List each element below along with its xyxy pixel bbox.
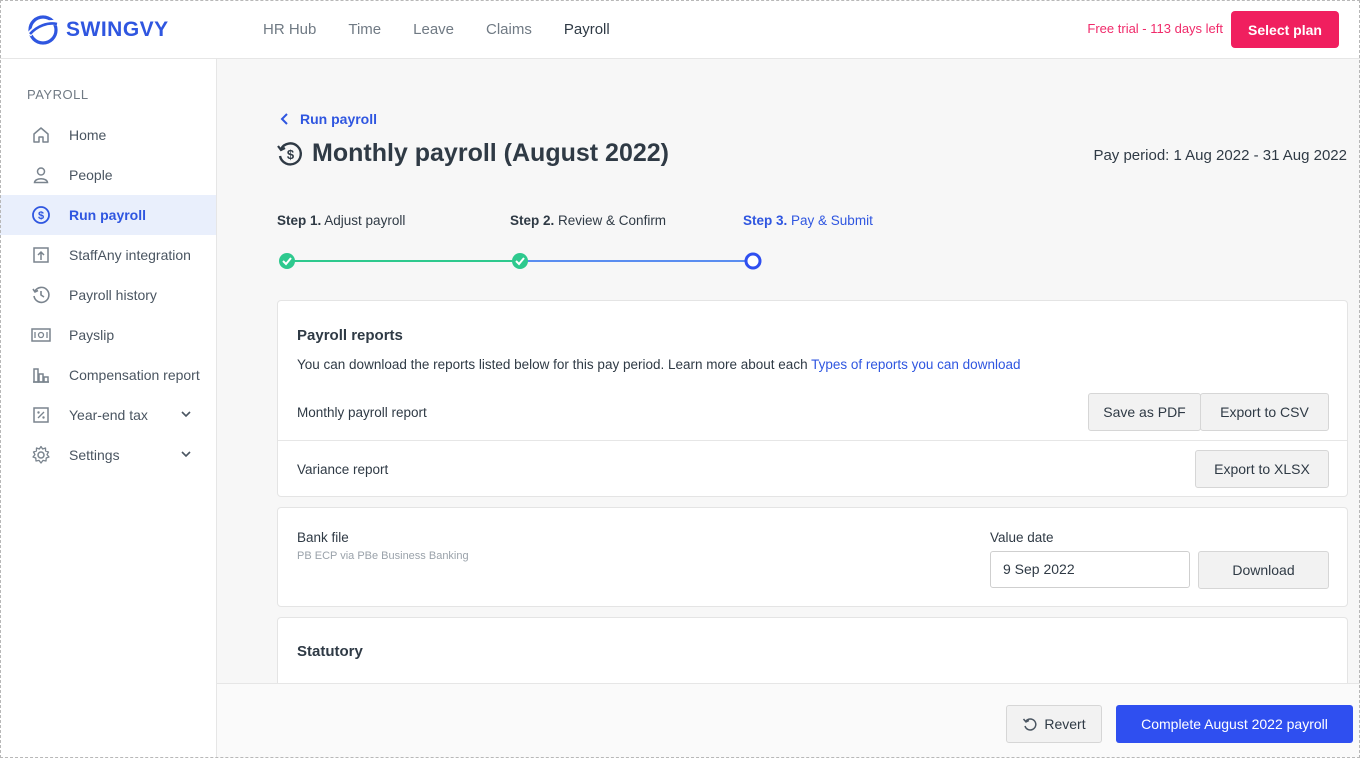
value-date-label: Value date	[990, 530, 1054, 545]
revert-label: Revert	[1044, 716, 1086, 732]
step-2: Step 2. Review & Confirm	[510, 213, 666, 228]
nav-payroll[interactable]: Payroll	[564, 21, 610, 38]
step-number: Step 3.	[743, 213, 788, 228]
download-button[interactable]: Download	[1198, 551, 1329, 589]
history-icon	[30, 284, 52, 306]
home-icon	[30, 124, 52, 146]
revert-button[interactable]: Revert	[1006, 705, 1102, 743]
sidebar-item-label: Settings	[69, 447, 120, 463]
payslip-icon	[30, 324, 52, 346]
current-step-icon	[744, 252, 762, 270]
stepper: Step 1. Adjust payroll Step 2. Review & …	[277, 213, 877, 273]
payroll-reports-title: Payroll reports	[297, 327, 403, 344]
nav-time[interactable]: Time	[348, 21, 381, 38]
desc-text: You can download the reports listed belo…	[297, 357, 812, 372]
bank-file-subtitle: PB ECP via PBe Business Banking	[297, 550, 469, 562]
sidebar-item-label: Home	[69, 127, 107, 143]
sidebar-item-settings[interactable]: Settings	[0, 435, 216, 475]
top-bar: SWINGVY HR Hub Time Leave Claims Payroll…	[0, 0, 1360, 59]
check-icon	[512, 253, 528, 269]
chevron-left-icon	[280, 113, 288, 125]
export-to-csv-button[interactable]: Export to CSV	[1200, 393, 1329, 431]
logo-text: SWINGVY	[66, 18, 169, 41]
logo[interactable]: SWINGVY	[26, 13, 169, 47]
complete-payroll-button[interactable]: Complete August 2022 payroll	[1116, 705, 1353, 743]
footer-bar: Revert Complete August 2022 payroll	[217, 683, 1360, 758]
sidebar-item-label: People	[69, 167, 113, 183]
svg-text:$: $	[38, 210, 44, 222]
value-date-input[interactable]: 9 Sep 2022	[990, 551, 1190, 588]
sidebar-list: Home People $ Run payroll StaffAny integ…	[0, 115, 216, 475]
variance-report-label: Variance report	[297, 462, 389, 477]
step-1: Step 1. Adjust payroll	[277, 213, 405, 228]
sidebar-item-run-payroll[interactable]: $ Run payroll	[0, 195, 216, 235]
step-label: Adjust payroll	[324, 213, 406, 228]
bank-file-card: Bank file PB ECP via PBe Business Bankin…	[277, 507, 1348, 607]
dollar-cycle-icon: $	[30, 204, 52, 226]
back-link-label: Run payroll	[300, 111, 378, 127]
back-link[interactable]: Run payroll	[280, 111, 377, 127]
sidebar-item-label: Payslip	[69, 327, 115, 343]
swingvy-logo-icon	[26, 15, 59, 45]
types-of-reports-link[interactable]: Types of reports you can download	[811, 357, 1020, 372]
chevron-down-icon	[181, 451, 191, 458]
page-title: $ Monthly payroll (August 2022)	[276, 139, 669, 168]
sidebar-heading: PAYROLL	[27, 87, 89, 102]
chevron-down-icon	[181, 411, 191, 418]
sidebar-item-people[interactable]: People	[0, 155, 216, 195]
statutory-title: Statutory	[297, 643, 363, 660]
nav-hr-hub[interactable]: HR Hub	[263, 21, 316, 38]
dollar-cycle-icon: $	[277, 141, 302, 166]
payroll-reports-card: Payroll reports You can download the rep…	[277, 300, 1348, 497]
svg-text:$: $	[287, 147, 295, 162]
sidebar-item-label: Compensation report	[69, 367, 200, 383]
pay-period: Pay period: 1 Aug 2022 - 31 Aug 2022	[1093, 147, 1347, 164]
select-plan-button[interactable]: Select plan	[1231, 11, 1339, 48]
percent-icon	[30, 404, 52, 426]
nav-claims[interactable]: Claims	[486, 21, 532, 38]
page-title-text: Monthly payroll (August 2022)	[312, 139, 669, 167]
payroll-reports-desc: You can download the reports listed belo…	[297, 357, 1020, 372]
sidebar-item-label: Payroll history	[69, 287, 157, 303]
undo-icon	[1023, 718, 1037, 731]
step-3: Step 3. Pay & Submit	[743, 213, 873, 228]
sidebar-item-payroll-history[interactable]: Payroll history	[0, 275, 216, 315]
gear-icon	[30, 444, 52, 466]
trial-status: Free trial - 113 days left	[1087, 21, 1223, 36]
main-nav: HR Hub Time Leave Claims Payroll	[263, 0, 642, 59]
integration-icon	[30, 244, 52, 266]
sidebar-item-payslip[interactable]: Payslip	[0, 315, 216, 355]
sidebar-item-home[interactable]: Home	[0, 115, 216, 155]
person-icon	[30, 164, 52, 186]
export-to-xlsx-button[interactable]: Export to XLSX	[1195, 450, 1329, 488]
nav-leave[interactable]: Leave	[413, 21, 454, 38]
monthly-payroll-report-label: Monthly payroll report	[297, 405, 427, 420]
save-as-pdf-button[interactable]: Save as PDF	[1088, 393, 1201, 431]
bank-file-title: Bank file	[297, 530, 349, 545]
check-icon	[279, 253, 295, 269]
sidebar-item-year-end-tax[interactable]: Year-end tax	[0, 395, 216, 435]
stepper-track	[279, 252, 762, 270]
sidebar-item-label: Year-end tax	[69, 407, 148, 423]
step-number: Step 2.	[510, 213, 555, 228]
sidebar-item-staffany-integration[interactable]: StaffAny integration	[0, 235, 216, 275]
step-number: Step 1.	[277, 213, 322, 228]
sidebar-item-label: Run payroll	[69, 207, 147, 223]
divider	[278, 440, 1347, 441]
sidebar-item-compensation-report[interactable]: Compensation report	[0, 355, 216, 395]
step-label: Pay & Submit	[791, 213, 873, 228]
sidebar-item-label: StaffAny integration	[69, 247, 191, 263]
sidebar: PAYROLL Home People $ Run payroll StaffA…	[0, 59, 217, 758]
step-label: Review & Confirm	[558, 213, 667, 228]
chart-icon	[30, 364, 52, 386]
